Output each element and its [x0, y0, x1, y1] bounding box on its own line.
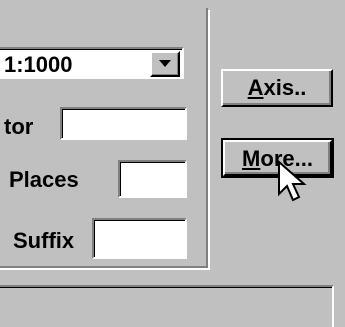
chevron-down-icon	[159, 60, 171, 67]
lower-group-frame	[0, 285, 334, 327]
places-label: Places	[9, 167, 79, 192]
axis-button-label: xis..	[263, 75, 307, 100]
divisor-field[interactable]	[60, 107, 187, 140]
arrow-cursor-icon	[278, 160, 307, 202]
divisor-label: tor	[4, 114, 34, 139]
places-field[interactable]	[118, 160, 187, 198]
more-button-accel: M	[242, 146, 261, 171]
axis-button[interactable]: Axis..	[221, 69, 333, 107]
suffix-label: Suffix	[13, 228, 75, 253]
suffix-field[interactable]	[92, 218, 187, 259]
scale-combo-dropdown-button[interactable]	[150, 51, 180, 77]
scale-combo-box[interactable]: 1:1000	[0, 47, 184, 79]
scale-combo-value: 1:1000	[4, 52, 73, 77]
axis-button-accel: A	[247, 75, 264, 100]
